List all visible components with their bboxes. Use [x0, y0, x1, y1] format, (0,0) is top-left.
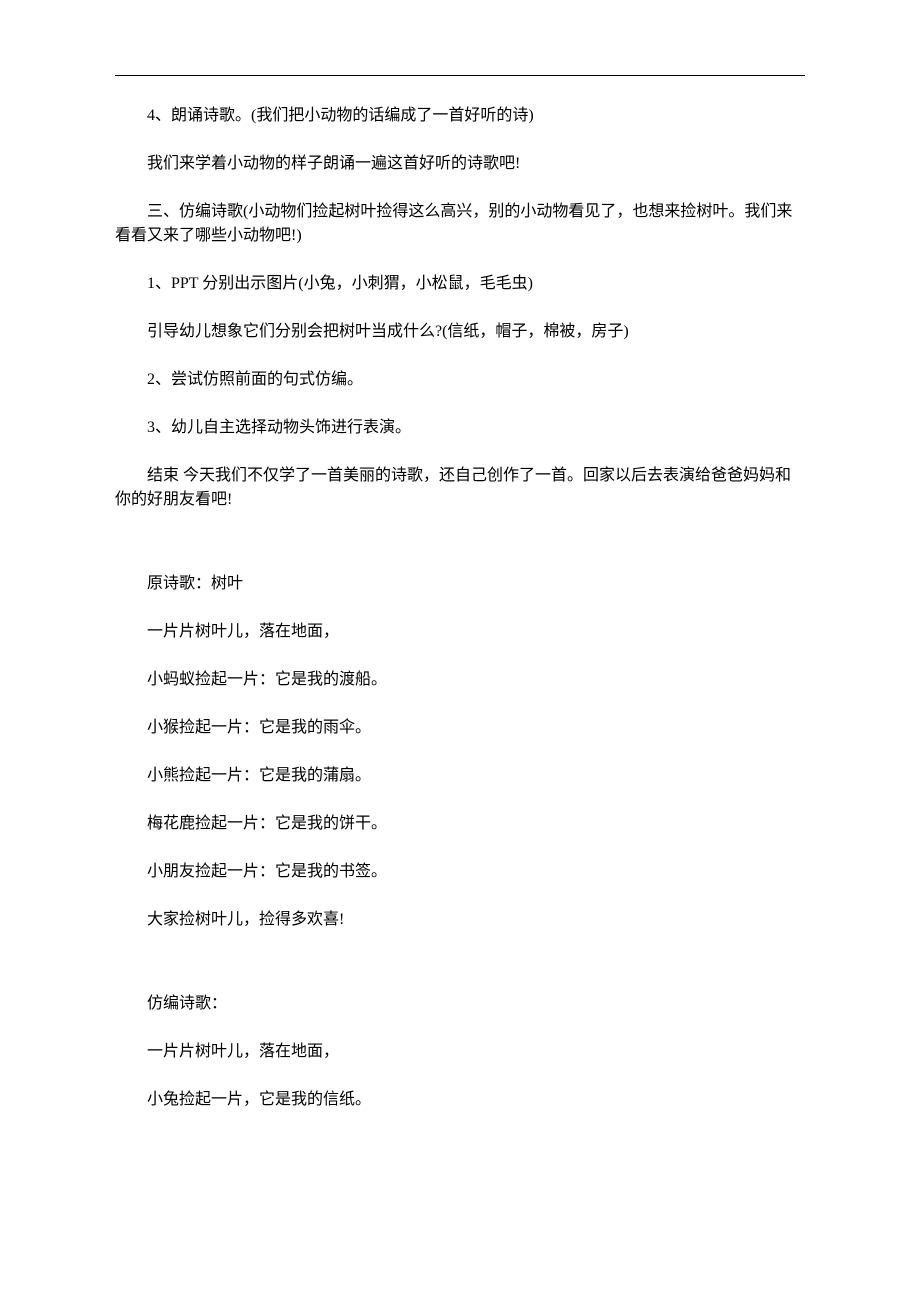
poem-line: 一片片树叶儿，落在地面，: [115, 620, 805, 644]
paragraph-text: 结束 今天我们不仅学了一首美丽的诗歌，还自己创作了一首。回家以后去表演给爸爸妈妈…: [115, 467, 791, 508]
poem-line: 一片片树叶儿，落在地面，: [115, 1040, 805, 1064]
paragraph: 4、朗诵诗歌。(我们把小动物的话编成了一首好听的诗): [115, 104, 805, 128]
paragraph: 2、尝试仿照前面的句式仿编。: [115, 368, 805, 392]
poem-line: 小蚂蚁捡起一片：它是我的渡船。: [115, 668, 805, 692]
poem-line: 小兔捡起一片，它是我的信纸。: [115, 1088, 805, 1112]
poem-line: 小朋友捡起一片：它是我的书签。: [115, 860, 805, 884]
poem-line: 梅花鹿捡起一片：它是我的饼干。: [115, 812, 805, 836]
paragraph: 结束 今天我们不仅学了一首美丽的诗歌，还自己创作了一首。回家以后去表演给爸爸妈妈…: [115, 464, 805, 512]
paragraph: 我们来学着小动物的样子朗诵一遍这首好听的诗歌吧!: [115, 152, 805, 176]
document-page: 4、朗诵诗歌。(我们把小动物的话编成了一首好听的诗) 我们来学着小动物的样子朗诵…: [0, 0, 920, 1112]
poem-line: 大家捡树叶儿，捡得多欢喜!: [115, 908, 805, 932]
section-title: 仿编诗歌：: [115, 992, 805, 1016]
paragraph: 3、幼儿自主选择动物头饰进行表演。: [115, 416, 805, 440]
top-rule: [115, 75, 805, 76]
paragraph-text: 三、仿编诗歌(小动物们捡起树叶捡得这么高兴，别的小动物看见了，也想来捡树叶。我们…: [115, 203, 792, 244]
paragraph: 引导幼儿想象它们分别会把树叶当成什么?(信纸，帽子，棉被，房子): [115, 320, 805, 344]
section-title: 原诗歌：树叶: [115, 572, 805, 596]
poem-line: 小熊捡起一片：它是我的蒲扇。: [115, 764, 805, 788]
poem-line: 小猴捡起一片：它是我的雨伞。: [115, 716, 805, 740]
paragraph: 1、PPT 分别出示图片(小兔，小刺猬，小松鼠，毛毛虫): [115, 272, 805, 296]
paragraph: 三、仿编诗歌(小动物们捡起树叶捡得这么高兴，别的小动物看见了，也想来捡树叶。我们…: [115, 200, 805, 248]
